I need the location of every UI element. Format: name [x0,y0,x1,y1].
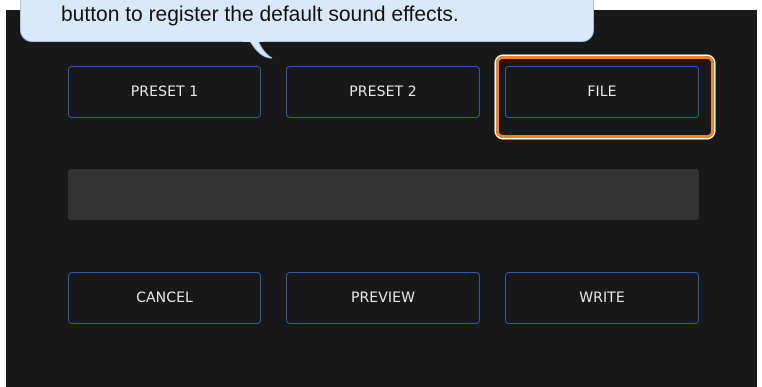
preset-1-button[interactable]: PRESET 1 [68,66,261,118]
file-name-field [68,169,699,220]
instruction-callout: button to register the default sound eff… [20,0,594,42]
cancel-button[interactable]: CANCEL [68,272,261,324]
instruction-callout-text: button to register the default sound eff… [61,3,459,26]
preset-2-button[interactable]: PRESET 2 [286,66,480,118]
file-button[interactable]: FILE [505,66,699,118]
callout-pointer-icon [243,39,273,59]
screen: PRESET 1 PRESET 2 FILE CANCEL PREVIEW WR… [0,0,762,387]
preview-button[interactable]: PREVIEW [286,272,480,324]
write-button[interactable]: WRITE [505,272,699,324]
